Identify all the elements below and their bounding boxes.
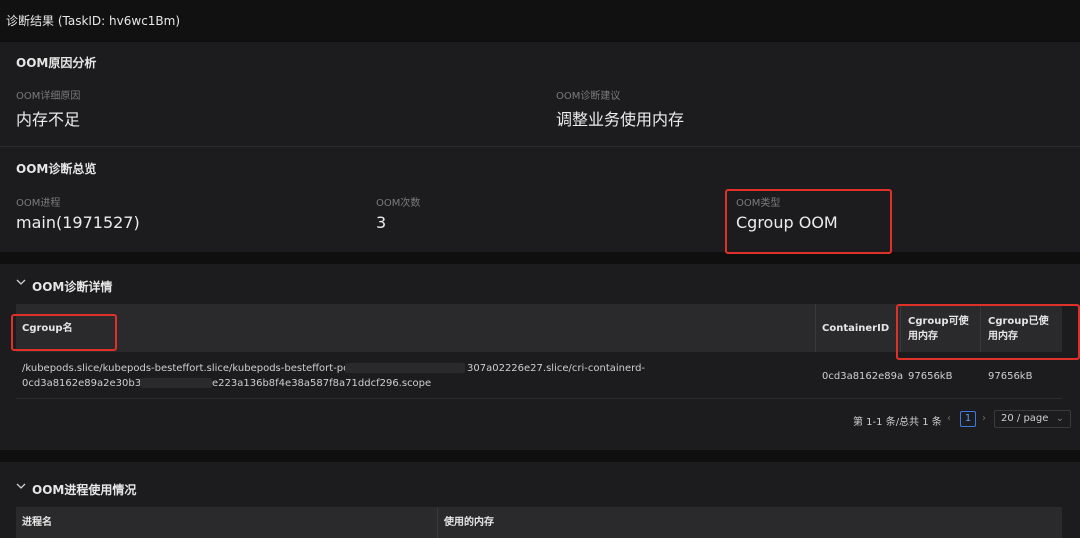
oom-process-label: OOM进程 bbox=[16, 198, 61, 209]
chevron-down-icon[interactable] bbox=[16, 278, 26, 289]
process-table-header bbox=[16, 507, 1062, 538]
oom-summary-card: OOM原因分析 OOM详细原因 内存不足 OOM诊断建议 调整业务使用内存 OO… bbox=[0, 42, 1080, 254]
column-separator bbox=[815, 304, 816, 352]
cgroup-name-highlight bbox=[11, 314, 117, 351]
oom-detail-card: OOM诊断详情 Cgroup名 ContainerID Cgroup可使用内存 … bbox=[0, 264, 1080, 450]
col-container-id: ContainerID bbox=[822, 323, 890, 334]
oom-count-label: OOM次数 bbox=[376, 198, 421, 209]
oom-detail-value: 内存不足 bbox=[16, 110, 81, 129]
cgroup-path-part: 0cd3a8162e89a2e30b33 bbox=[22, 378, 148, 389]
col-process-name: 进程名 bbox=[22, 517, 52, 528]
oom-overview-title: OOM诊断总览 bbox=[16, 162, 97, 176]
dialog-titlebar: 诊断结果 (TaskID: hv6wc1Bm) bbox=[0, 0, 1080, 40]
next-page-icon[interactable]: › bbox=[982, 413, 986, 424]
cgroup-path-part: /kubepods.slice/kubepods-besteffort.slic… bbox=[22, 363, 362, 374]
oom-process-title[interactable]: OOM进程使用情况 bbox=[32, 481, 136, 498]
oom-type-highlight bbox=[725, 189, 892, 254]
used-memory-cell: 97656kB bbox=[988, 371, 1033, 382]
oom-process-card: OOM进程使用情况 进程名 使用的内存 bbox=[0, 462, 1080, 538]
available-memory-cell: 97656kB bbox=[908, 371, 953, 382]
prev-page-icon[interactable]: ‹ bbox=[947, 413, 951, 424]
redacted-text bbox=[345, 363, 465, 373]
redacted-text bbox=[140, 378, 212, 388]
row-divider bbox=[16, 398, 1062, 399]
col-used-memory: 使用的内存 bbox=[444, 517, 494, 528]
page-size-select[interactable]: 20 / page ⌄ bbox=[994, 410, 1072, 428]
oom-detail-title[interactable]: OOM诊断详情 bbox=[32, 278, 112, 295]
cgroup-path-part: 307a02226e27.slice/cri-containerd- bbox=[467, 363, 646, 374]
page-size-label: 20 / page bbox=[1001, 413, 1049, 424]
dialog-title: 诊断结果 (TaskID: hv6wc1Bm) bbox=[6, 14, 181, 28]
pagination-summary: 第 1-1 条/总共 1 条 bbox=[853, 417, 942, 428]
container-id-cell: 0cd3a8162e89a bbox=[822, 371, 904, 382]
oom-count-value: 3 bbox=[376, 213, 387, 232]
chevron-down-icon: ⌄ bbox=[1055, 413, 1065, 424]
oom-detail-label: OOM详细原因 bbox=[16, 91, 81, 102]
page-1-button[interactable]: 1 bbox=[960, 411, 976, 427]
oom-cause-title: OOM原因分析 bbox=[16, 56, 97, 70]
section-divider bbox=[0, 146, 1080, 147]
oom-advice-label: OOM诊断建议 bbox=[556, 91, 621, 102]
oom-advice-value: 调整业务使用内存 bbox=[556, 110, 685, 129]
cgroup-memory-highlight bbox=[896, 304, 1080, 360]
oom-process-value: main(1971527) bbox=[16, 213, 140, 232]
chevron-down-icon[interactable] bbox=[16, 482, 26, 493]
column-separator bbox=[437, 507, 438, 538]
cgroup-path-part: e223a136b8f4e38a587f8a71ddcf296.scope bbox=[212, 378, 432, 389]
